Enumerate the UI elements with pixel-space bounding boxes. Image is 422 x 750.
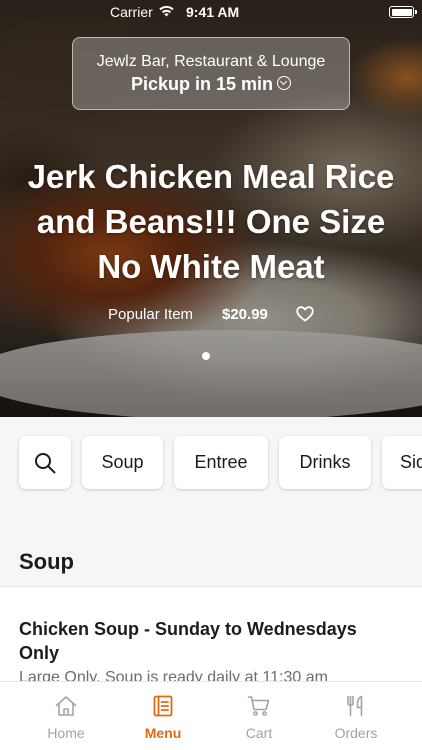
category-bar: Soup Entree Drinks Sides bbox=[0, 417, 422, 509]
tab-menu-label: Menu bbox=[144, 725, 182, 741]
pickup-time-row: Pickup in 15 min bbox=[73, 74, 349, 95]
featured-item-title[interactable]: Jerk Chicken Meal Rice and Beans!!! One … bbox=[12, 154, 410, 289]
category-chip-entree[interactable]: Entree bbox=[174, 436, 268, 489]
tab-bar: Home Menu Cart Orders bbox=[0, 681, 422, 750]
tab-cart-label: Cart bbox=[245, 725, 273, 741]
featured-item-price: $20.99 bbox=[222, 306, 268, 323]
home-icon bbox=[55, 696, 77, 716]
tab-orders-label: Orders bbox=[334, 725, 378, 741]
carousel-page-indicator[interactable] bbox=[202, 352, 210, 360]
carrier-label: Carrier bbox=[110, 4, 153, 20]
popular-badge: Popular Item bbox=[108, 306, 194, 323]
cart-icon bbox=[247, 696, 270, 716]
category-chip-sides[interactable]: Sides bbox=[382, 436, 422, 489]
pickup-time-label: Pickup in 15 min bbox=[130, 74, 274, 94]
heart-icon[interactable] bbox=[296, 306, 314, 322]
tab-orders[interactable]: Orders bbox=[308, 682, 404, 750]
menu-icon bbox=[153, 695, 173, 717]
category-chip-soup[interactable]: Soup bbox=[82, 436, 163, 489]
section-title: Soup bbox=[19, 549, 74, 574]
orders-icon bbox=[347, 695, 363, 717]
category-chip-drinks[interactable]: Drinks bbox=[279, 436, 371, 489]
chevron-down-circle-icon bbox=[277, 76, 292, 90]
tab-menu[interactable]: Menu bbox=[115, 682, 211, 750]
restaurant-name: Jewlz Bar, Restaurant & Lounge bbox=[96, 53, 326, 70]
search-button[interactable] bbox=[19, 436, 71, 489]
tab-home-label: Home bbox=[47, 725, 85, 741]
battery-icon bbox=[389, 6, 417, 18]
pickup-selector[interactable]: Jewlz Bar, Restaurant & Lounge Pickup in… bbox=[72, 37, 350, 110]
tab-home[interactable]: Home bbox=[18, 682, 114, 750]
status-bar: Carrier 9:41 AM bbox=[0, 0, 422, 24]
wifi-icon bbox=[159, 5, 174, 17]
clock: 9:41 AM bbox=[186, 4, 240, 20]
search-icon bbox=[35, 453, 56, 474]
tab-cart[interactable]: Cart bbox=[211, 682, 307, 750]
section-spacer bbox=[0, 509, 422, 541]
hero-banner[interactable]: Carrier 9:41 AM Jewlz Bar, Restaurant & … bbox=[0, 0, 422, 417]
menu-item-name: Chicken Soup - Sunday to Wednesdays Only bbox=[19, 619, 357, 663]
